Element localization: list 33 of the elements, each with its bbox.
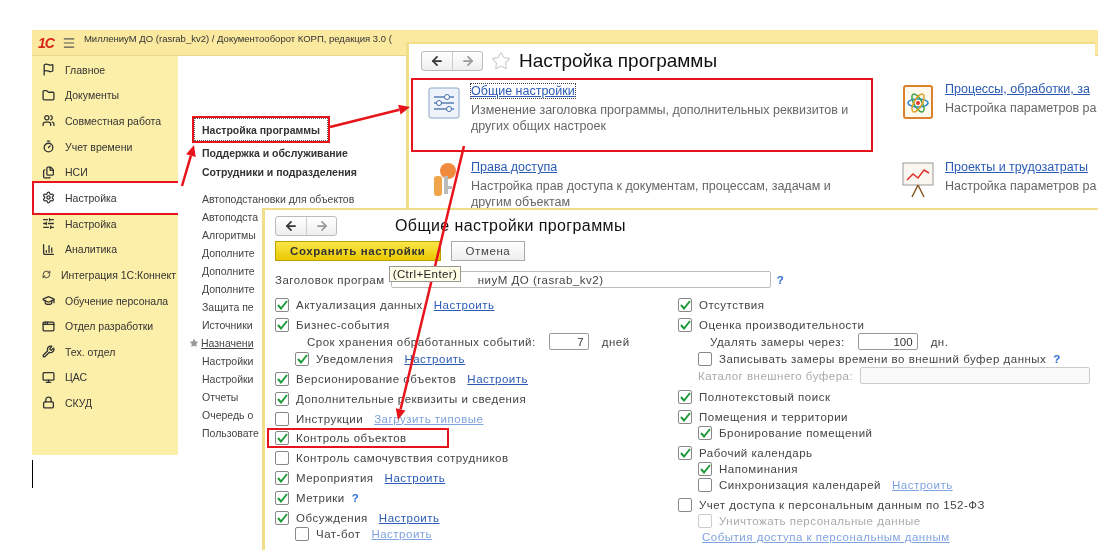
checkbox-label: Бизнес-события [296,318,390,331]
checkbox-label: Отсутствия [699,298,765,311]
checkbox-label: Уничтожать персональные данные [719,514,921,527]
checkbox-label: Бронирование помещений [719,426,873,439]
field-label: Заголовок програм [275,273,385,286]
page-title: Настройка программы [519,50,718,72]
checkbox-label: Актуализация данных [296,298,423,311]
checkbox-label: Записывать замеры времени во внешний буфер данных [719,352,1047,365]
checkbox-label: Учет доступа к персональным данным по 152-ФЗ [699,498,985,511]
checkbox-label: Синхронизация календарей [719,478,881,491]
checkbox-label: Контроль самочувствия сотрудников [296,451,509,464]
tooltip: (Ctrl+Enter) [388,266,462,282]
checkbox-label: Напоминания [719,462,798,475]
checkbox-label: Чат-бот [316,527,361,540]
checkbox-label: Рабочий календарь [699,446,813,459]
checkbox-label: Помещения и территории [699,410,849,423]
settings-description: Настройка параметров ра [945,178,1097,194]
checkbox-label: Контроль объектов [296,432,407,444]
window-title: МиллениуМ ДО (rasrab_kv2) / Документооборот КОРП, редакция 3.0 ( [83,33,392,44]
field-label: Удалять замеры через: [710,335,845,348]
checkbox-label: Метрики [296,491,345,504]
settings-description: Настройка прав доступа к документам, процессам, задачам и другим объектам [471,178,832,210]
checkbox-label: Обсуждения [296,511,368,524]
checkbox-label: Полнотекстовый поиск [699,390,831,403]
field-label: Каталог внешнего буфера: [698,369,854,382]
checkbox-label: Мероприятия [296,471,374,484]
settings-description: Настройка параметров ра [945,100,1097,116]
checkbox-label: Инструкции [296,412,364,425]
checkbox-label: Уведомления [316,352,394,365]
checkbox-label: Оценка производительности [699,318,865,331]
settings-description: Изменение заголовка программы, дополнительных реквизитов и других общих настроек [471,102,850,134]
unit-label: дней [601,335,630,348]
unit-label: дн. [930,335,949,348]
